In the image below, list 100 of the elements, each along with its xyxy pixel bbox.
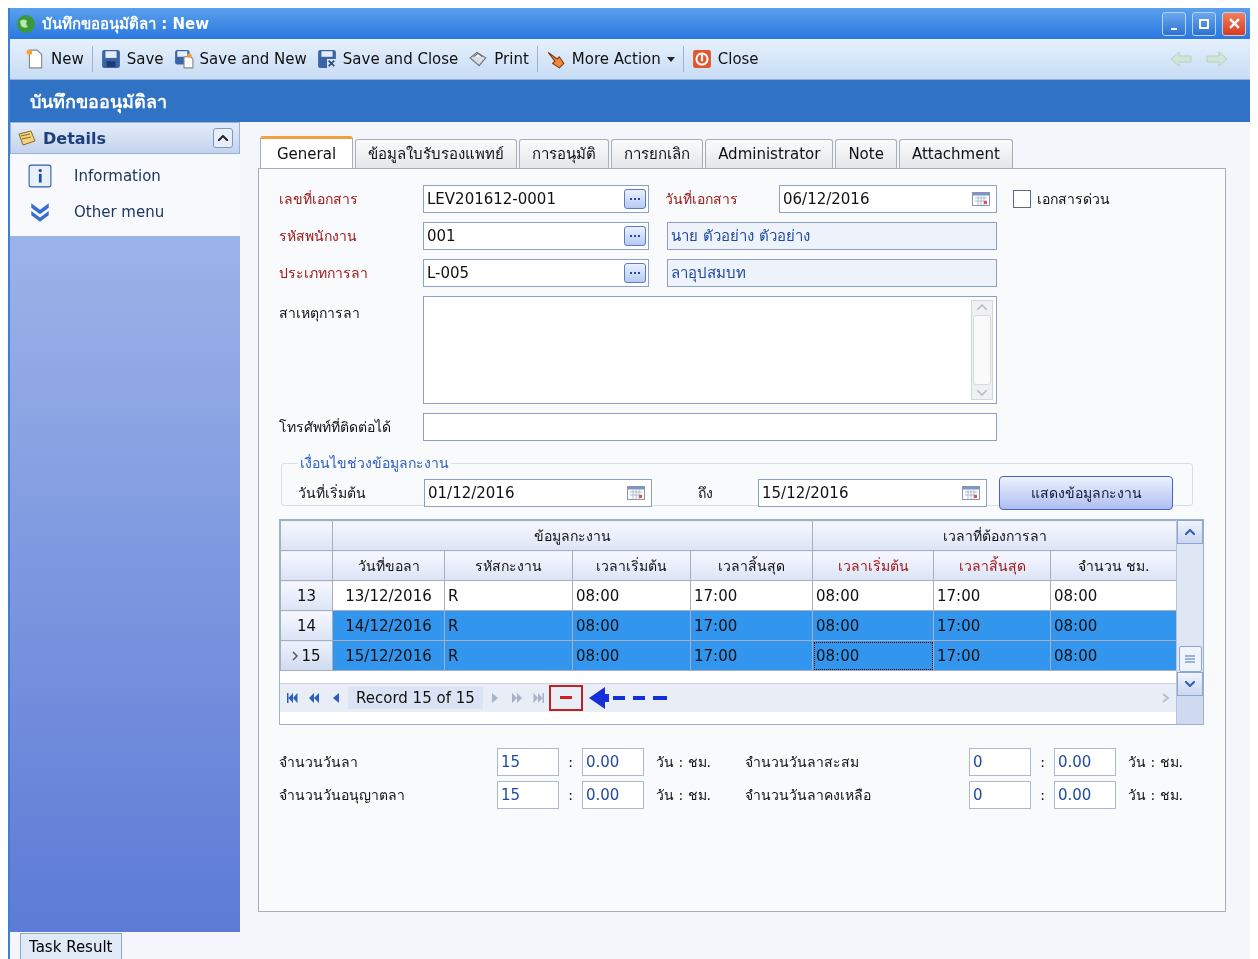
column-group-header: เวลาที่ต้องการลา: [812, 520, 1177, 551]
unit-label: วัน : ชม.: [1127, 753, 1184, 772]
unit-label: วัน : ชม.: [1127, 786, 1184, 805]
ellipsis-icon[interactable]: [624, 226, 646, 246]
unit-label: วัน : ชม.: [655, 786, 712, 805]
table-cell: 17:00: [690, 640, 813, 671]
table-cell: 08:00: [812, 580, 934, 611]
toolbar-button[interactable]: Close: [686, 43, 764, 75]
close-button[interactable]: [1222, 11, 1246, 36]
window-title: บันทึกขออนุมัติลา : New: [42, 13, 210, 36]
table-cell: 17:00: [933, 640, 1051, 671]
globe-icon: [16, 13, 36, 34]
date-field[interactable]: 01/12/2016: [424, 479, 652, 507]
hours-field[interactable]: 0.00: [1054, 748, 1116, 776]
field-label: ประเภทการลา: [279, 264, 369, 283]
minus-icon: [559, 696, 572, 700]
hours-field[interactable]: 0.00: [582, 748, 644, 776]
summary-label: จำนวนวันอนุญาตลา: [279, 786, 406, 806]
vertical-scrollbar[interactable]: [1176, 520, 1203, 724]
tab[interactable]: Administrator: [705, 139, 834, 168]
table-cell: 08:00: [572, 610, 691, 641]
sidebar-title: Details: [43, 128, 107, 148]
tab[interactable]: Attachment: [898, 139, 1013, 168]
left-triangle-icon: [333, 693, 339, 703]
tab[interactable]: การอนุมัติ: [519, 139, 610, 168]
double-right-icon: [511, 693, 522, 703]
days-field[interactable]: 15: [497, 781, 559, 809]
input-field[interactable]: L-005: [423, 259, 649, 287]
maximize-button[interactable]: [1192, 11, 1216, 36]
column-header[interactable]: เวลาสิ้นสุด: [933, 550, 1051, 581]
notebook-icon: [17, 128, 37, 148]
hours-field[interactable]: 0.00: [1054, 781, 1116, 809]
delete-record-button[interactable]: [550, 687, 581, 709]
table-cell: 08:00: [812, 640, 934, 671]
caret-icon: [666, 56, 675, 62]
date-field[interactable]: 15/12/2016: [758, 479, 987, 507]
column-header[interactable]: เวลาสิ้นสุด: [690, 550, 813, 581]
row-header[interactable]: 13: [280, 580, 333, 611]
tab[interactable]: Note: [835, 139, 897, 168]
sidebar-item[interactable]: Other menu: [28, 198, 240, 226]
table-cell: 17:00: [690, 580, 813, 611]
toolbar-button[interactable]: Save and New: [168, 43, 312, 75]
row-header[interactable]: 14: [280, 610, 333, 641]
toolbar-button[interactable]: Save: [95, 43, 169, 75]
tab[interactable]: General: [260, 136, 354, 168]
collapse-button[interactable]: [213, 128, 233, 148]
right-chevron-icon: [1161, 693, 1171, 703]
toolbar-button[interactable]: More Action: [540, 43, 680, 75]
separator: :: [567, 754, 574, 770]
text-area[interactable]: [423, 296, 997, 404]
days-field[interactable]: 0: [969, 781, 1031, 809]
column-header[interactable]: เวลาเริ่มต้น: [812, 550, 934, 581]
days-field[interactable]: 0: [969, 748, 1031, 776]
input-field[interactable]: 001: [423, 222, 649, 250]
calendar-icon[interactable]: [962, 486, 980, 500]
tab[interactable]: การยกเลิก: [611, 139, 704, 168]
new-document-icon: [25, 49, 45, 69]
column-header[interactable]: วันที่ขอลา: [332, 550, 445, 581]
column-header[interactable]: จำนวน ชม.: [1050, 550, 1177, 581]
ellipsis-icon[interactable]: [624, 189, 646, 209]
table-cell: 08:00: [812, 610, 934, 641]
table-cell: 17:00: [933, 610, 1051, 641]
toolbar-button[interactable]: Save and Close: [311, 43, 464, 75]
field-label: วันที่เริ่มต้น: [298, 483, 367, 503]
calendar-icon[interactable]: [972, 192, 990, 206]
table-cell: 08:00: [572, 580, 691, 611]
record-counter: Record 15 of 15: [348, 687, 483, 709]
column-header[interactable]: เวลาเริ่มต้น: [572, 550, 691, 581]
current-row-icon: [292, 650, 299, 661]
toolbar-button[interactable]: New: [20, 43, 89, 75]
input-field[interactable]: [423, 413, 997, 441]
task-result-tab[interactable]: Task Result: [20, 933, 122, 959]
double-chevron-down-icon: [28, 200, 52, 224]
row-header[interactable]: 15: [280, 640, 333, 671]
show-shift-button[interactable]: แสดงข้อมูลกะงาน: [999, 476, 1173, 510]
table-cell: R: [444, 640, 573, 671]
date-field[interactable]: 06/12/2016: [779, 185, 997, 213]
calendar-icon[interactable]: [627, 486, 645, 500]
info-icon: [28, 164, 52, 188]
table-cell: 08:00: [1050, 580, 1177, 611]
days-field[interactable]: 15: [497, 748, 559, 776]
tab[interactable]: ข้อมูลใบรับรองแพทย์: [355, 139, 518, 168]
hand-pointer-icon: [545, 49, 566, 69]
table-cell: R: [444, 580, 573, 611]
minimize-button[interactable]: [1162, 11, 1186, 36]
toolbar-button[interactable]: Print: [463, 43, 534, 75]
ellipsis-icon[interactable]: [624, 263, 646, 283]
chevron-icon: [218, 135, 228, 141]
table-cell: 13/12/2016: [332, 580, 445, 611]
sidebar-header[interactable]: Details: [10, 122, 240, 154]
field-label: เลขที่เอกสาร: [279, 189, 359, 209]
column-header[interactable]: รหัสกะงาน: [444, 550, 573, 581]
name-field: นาย ตัวอย่าง ตัวอย่าง: [667, 222, 997, 250]
grip-icon[interactable]: [1185, 655, 1195, 663]
group-legend: เงื่อนไขช่วงข้อมูลกะงาน: [298, 452, 451, 474]
urgent-checkbox[interactable]: เอกสารด่วน: [1013, 188, 1110, 210]
hours-field[interactable]: 0.00: [582, 781, 644, 809]
minimize-icon: [1171, 27, 1177, 30]
sidebar-item[interactable]: Information: [28, 162, 240, 190]
input-field[interactable]: LEV201612-0001: [423, 185, 649, 213]
